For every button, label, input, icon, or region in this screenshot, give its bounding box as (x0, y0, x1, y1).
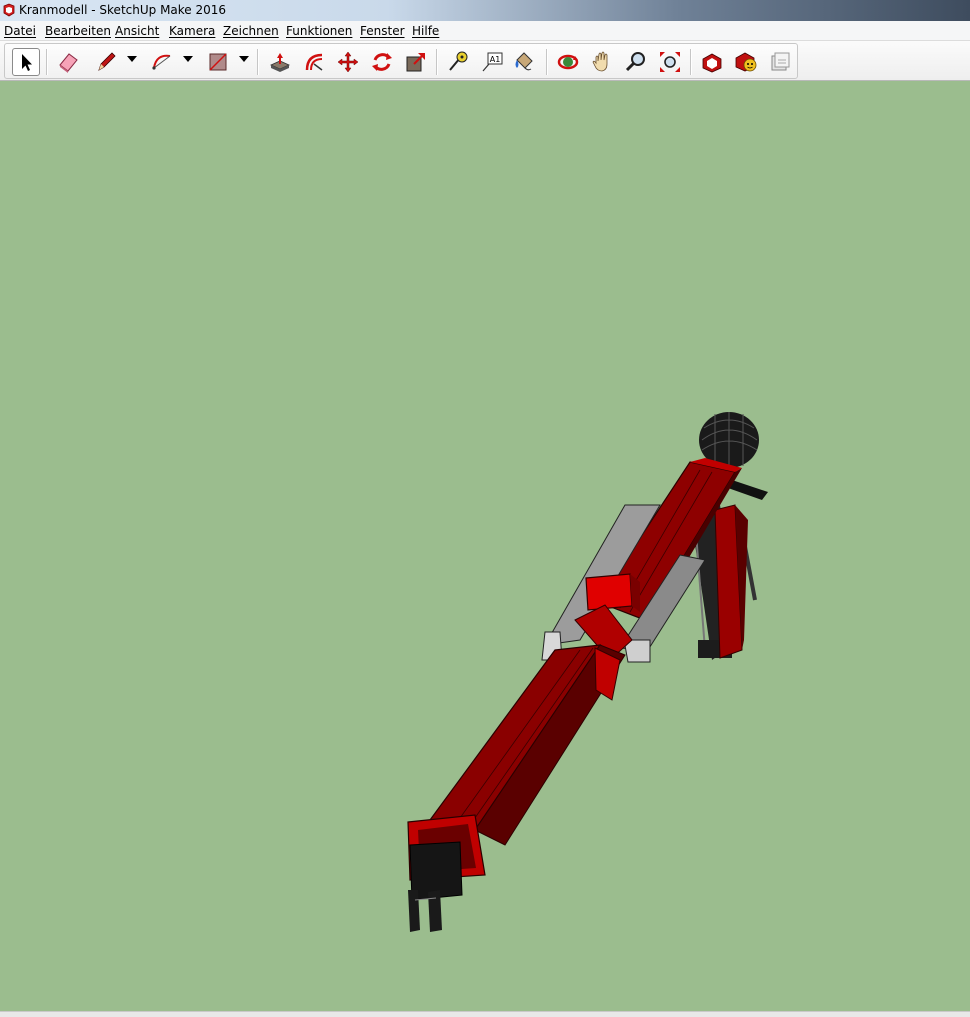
status-bar (0, 1011, 970, 1017)
menu-hilfe[interactable]: Hilfe (412, 24, 439, 38)
eraser-tool-button[interactable] (54, 48, 82, 76)
rectangle-icon (209, 53, 227, 71)
eraser-icon (59, 53, 78, 73)
push-pull-icon (270, 53, 290, 72)
toolbar: A1 (0, 41, 970, 81)
send-to-layout-icon (771, 52, 790, 71)
sketchup-logo-icon (3, 3, 15, 17)
menu-bar: Datei Bearbeiten Ansicht Kamera Zeichnen… (0, 21, 970, 41)
push-pull-tool-button[interactable] (266, 48, 294, 76)
menu-datei[interactable]: Datei (4, 24, 36, 38)
tape-measure-icon (449, 51, 468, 71)
rectangle-dropdown-icon[interactable] (239, 56, 249, 62)
crane-lower-boom (428, 644, 626, 846)
toolbar-separator (436, 49, 438, 75)
pencil-tool-button[interactable] (92, 48, 120, 76)
menu-bearbeiten[interactable]: Bearbeiten (45, 24, 111, 38)
orbit-tool-button[interactable] (554, 48, 582, 76)
arc-icon (152, 54, 171, 70)
hand-icon (592, 51, 608, 72)
menu-funktionen[interactable]: Funktionen (286, 24, 352, 38)
pan-tool-button[interactable] (588, 48, 616, 76)
menu-zeichnen[interactable]: Zeichnen (223, 24, 279, 38)
extension-warehouse-icon (735, 52, 757, 72)
move-icon (337, 51, 359, 73)
pencil-icon (98, 52, 116, 71)
menu-ansicht[interactable]: Ansicht (115, 24, 159, 38)
offset-tool-button[interactable] (300, 48, 328, 76)
crane-model-3d (407, 412, 768, 932)
text-tool-button[interactable]: A1 (478, 48, 506, 76)
arc-dropdown-icon[interactable] (183, 56, 193, 62)
select-tool-button[interactable] (12, 48, 40, 76)
text-tool-label: A1 (490, 55, 501, 64)
zoom-extents-icon (660, 52, 680, 72)
text-label-icon: A1 (482, 52, 503, 72)
warehouse-icon (702, 53, 722, 73)
magnifier-icon (625, 52, 645, 72)
window-title: Kranmodell - SketchUp Make 2016 (19, 3, 227, 17)
rotate-tool-button[interactable] (368, 48, 396, 76)
paint-bucket-icon (515, 52, 533, 71)
tape-measure-tool-button[interactable] (444, 48, 472, 76)
scale-tool-button[interactable] (402, 48, 430, 76)
crane-vertical-post (714, 504, 748, 659)
menu-fenster[interactable]: Fenster (360, 24, 405, 38)
toolbar-separator (690, 49, 692, 75)
layout-send-tool-button[interactable] (766, 48, 794, 76)
toolbar-separator (257, 49, 259, 75)
toolbar-separator (46, 49, 48, 75)
arrow-cursor-icon (22, 54, 32, 71)
arc-tool-button[interactable] (148, 48, 176, 76)
zoom-extents-tool-button[interactable] (656, 48, 684, 76)
offset-icon (305, 53, 323, 71)
pencil-dropdown-icon[interactable] (127, 56, 137, 62)
rectangle-tool-button[interactable] (204, 48, 232, 76)
zoom-tool-button[interactable] (622, 48, 650, 76)
3d-warehouse-tool-button[interactable] (698, 48, 726, 76)
rotate-icon (372, 53, 392, 71)
scale-icon (406, 53, 425, 72)
toolbar-separator (546, 49, 548, 75)
title-bar: Kranmodell - SketchUp Make 2016 (0, 0, 970, 21)
crane-gripper (408, 841, 463, 932)
paint-bucket-tool-button[interactable] (510, 48, 538, 76)
extension-warehouse-tool-button[interactable] (732, 48, 760, 76)
orbit-icon (557, 54, 579, 70)
move-tool-button[interactable] (334, 48, 362, 76)
menu-kamera[interactable]: Kamera (169, 24, 215, 38)
drawing-viewport[interactable] (0, 81, 970, 1011)
